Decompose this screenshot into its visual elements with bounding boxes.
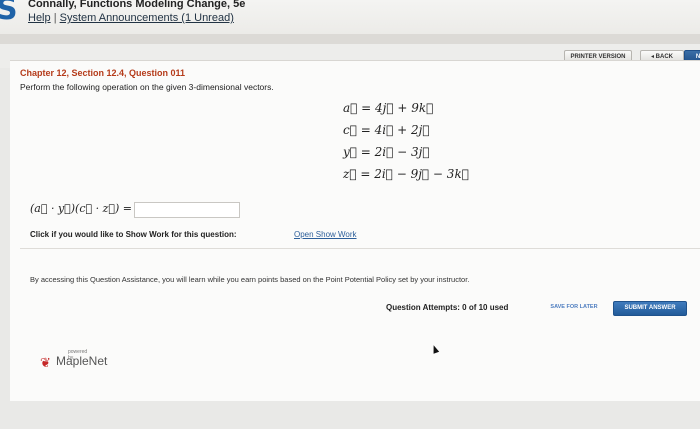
- top-header: S Connally, Functions Modeling Change, 5…: [0, 0, 700, 34]
- vector-a: a⃗ = 4j⃗ + 9k⃗: [343, 101, 434, 115]
- header-band: [0, 34, 700, 44]
- maplenet-brand: MapleNet: [56, 354, 108, 368]
- question-prompt: Perform the following operation on the g…: [20, 82, 274, 92]
- link-separator: |: [53, 12, 57, 24]
- question-attempts: Question Attempts: 0 of 10 used: [386, 303, 509, 312]
- help-link[interactable]: Help: [28, 12, 51, 24]
- book-title: Connally, Functions Modeling Change, 5e: [28, 0, 246, 10]
- vector-y: y⃗ = 2i⃗ − 3j⃗: [343, 145, 430, 159]
- vector-c: c⃗ = 4i⃗ + 2j⃗: [343, 123, 430, 137]
- wileyplus-logo: S: [0, 0, 18, 27]
- submit-answer-button[interactable]: SUBMIT ANSWER: [613, 301, 687, 316]
- maple-leaf-icon: ❦: [40, 355, 51, 370]
- assistance-notice: By accessing this Question Assistance, y…: [30, 275, 470, 284]
- vector-z: z⃗ = 2i⃗ − 9j⃗ − 3k⃗: [343, 167, 469, 181]
- open-show-work-link[interactable]: Open Show Work: [294, 230, 357, 239]
- show-work-prompt: Click if you would like to Show Work for…: [30, 230, 237, 239]
- save-for-later-button[interactable]: SAVE FOR LATER: [542, 301, 606, 313]
- dot-product-expression: (a⃗ · y⃗)(c⃗ · z⃗) =: [30, 202, 132, 215]
- system-announcements-link[interactable]: System Announcements (1 Unread): [60, 12, 234, 24]
- question-title: Chapter 12, Section 12.4, Question 011: [20, 68, 186, 78]
- question-panel: Chapter 12, Section 12.4, Question 011 P…: [10, 60, 700, 401]
- answer-input[interactable]: [134, 202, 240, 218]
- header-links: Help | System Announcements (1 Unread): [28, 12, 234, 24]
- section-divider: [20, 248, 700, 249]
